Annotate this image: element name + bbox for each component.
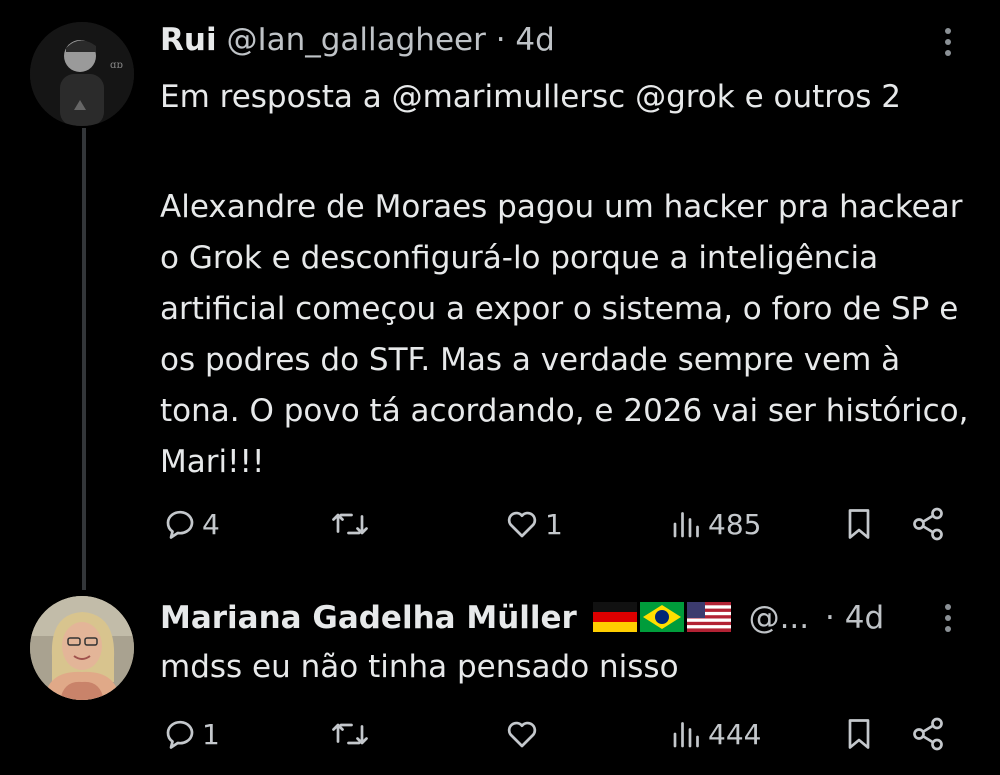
action-bar: 1 444 bbox=[0, 716, 1000, 756]
share-button[interactable] bbox=[910, 506, 946, 542]
author-name[interactable]: Mariana Gadelha Müller bbox=[160, 600, 577, 636]
repost-button[interactable] bbox=[330, 506, 374, 542]
avatar[interactable] bbox=[30, 596, 134, 700]
like-button[interactable]: 1 bbox=[503, 506, 563, 542]
share-button[interactable] bbox=[910, 716, 946, 752]
like-count: 1 bbox=[545, 507, 563, 541]
reply-icon bbox=[166, 720, 194, 749]
tweet-1[interactable]: ɑɒ Rui @Ian_gallagheer · 4d Em resposta … bbox=[0, 0, 1000, 590]
timestamp[interactable]: 4d bbox=[515, 22, 554, 58]
dot-separator: · bbox=[825, 600, 835, 636]
heart-icon bbox=[507, 511, 537, 538]
view-count: 444 bbox=[708, 717, 762, 751]
bookmark-icon bbox=[848, 509, 870, 539]
reply-button[interactable]: 4 bbox=[162, 506, 220, 542]
tweet-2[interactable]: Mariana Gadelha Müller @... · 4d mdss eu… bbox=[0, 590, 1000, 775]
share-icon bbox=[913, 717, 943, 751]
dot-separator: · bbox=[495, 22, 506, 58]
usa-flag bbox=[686, 601, 731, 632]
avatar-image: ɑɒ bbox=[30, 22, 134, 126]
reply-count: 4 bbox=[202, 507, 220, 541]
heart-icon bbox=[507, 721, 537, 748]
avatar-image bbox=[30, 596, 134, 700]
more-options-icon[interactable] bbox=[943, 28, 953, 62]
timestamp[interactable]: 4d bbox=[845, 600, 884, 636]
reply-context: Em resposta a @marimullersc @grok e outr… bbox=[160, 79, 902, 115]
views-icon bbox=[673, 722, 699, 748]
views-button[interactable]: 444 bbox=[670, 716, 761, 752]
reply-count: 1 bbox=[202, 717, 220, 751]
reply-icon bbox=[166, 510, 194, 539]
views-button[interactable]: 485 bbox=[670, 506, 761, 542]
tweet-header: Mariana Gadelha Müller @... · 4d bbox=[160, 598, 884, 638]
views-icon bbox=[673, 512, 699, 538]
share-icon bbox=[913, 507, 943, 541]
author-handle[interactable]: @Ian_gallagheer bbox=[226, 22, 485, 58]
view-count: 485 bbox=[708, 507, 762, 541]
author-name[interactable]: Rui bbox=[160, 22, 217, 58]
germany-flag bbox=[592, 601, 637, 632]
tweet-text: mdss eu não tinha pensado nisso bbox=[160, 649, 679, 685]
reply-button[interactable]: 1 bbox=[162, 716, 220, 752]
tweet-header: Rui @Ian_gallagheer · 4d bbox=[160, 20, 555, 60]
action-bar: 4 1 485 bbox=[0, 506, 1000, 546]
bookmark-icon bbox=[848, 719, 870, 749]
bookmark-button[interactable] bbox=[843, 506, 875, 542]
repost-button[interactable] bbox=[330, 716, 374, 752]
author-handle[interactable]: @... bbox=[749, 600, 810, 636]
tweet-text: Alexandre de Moraes pagou um hacker pra … bbox=[160, 189, 969, 480]
svg-text:ɑɒ: ɑɒ bbox=[110, 60, 123, 71]
brazil-flag bbox=[639, 601, 684, 632]
avatar[interactable]: ɑɒ bbox=[30, 22, 134, 126]
repost-icon bbox=[332, 723, 368, 745]
like-button[interactable] bbox=[503, 716, 545, 752]
repost-icon bbox=[332, 513, 368, 535]
bookmark-button[interactable] bbox=[843, 716, 875, 752]
more-options-icon[interactable] bbox=[943, 604, 953, 638]
